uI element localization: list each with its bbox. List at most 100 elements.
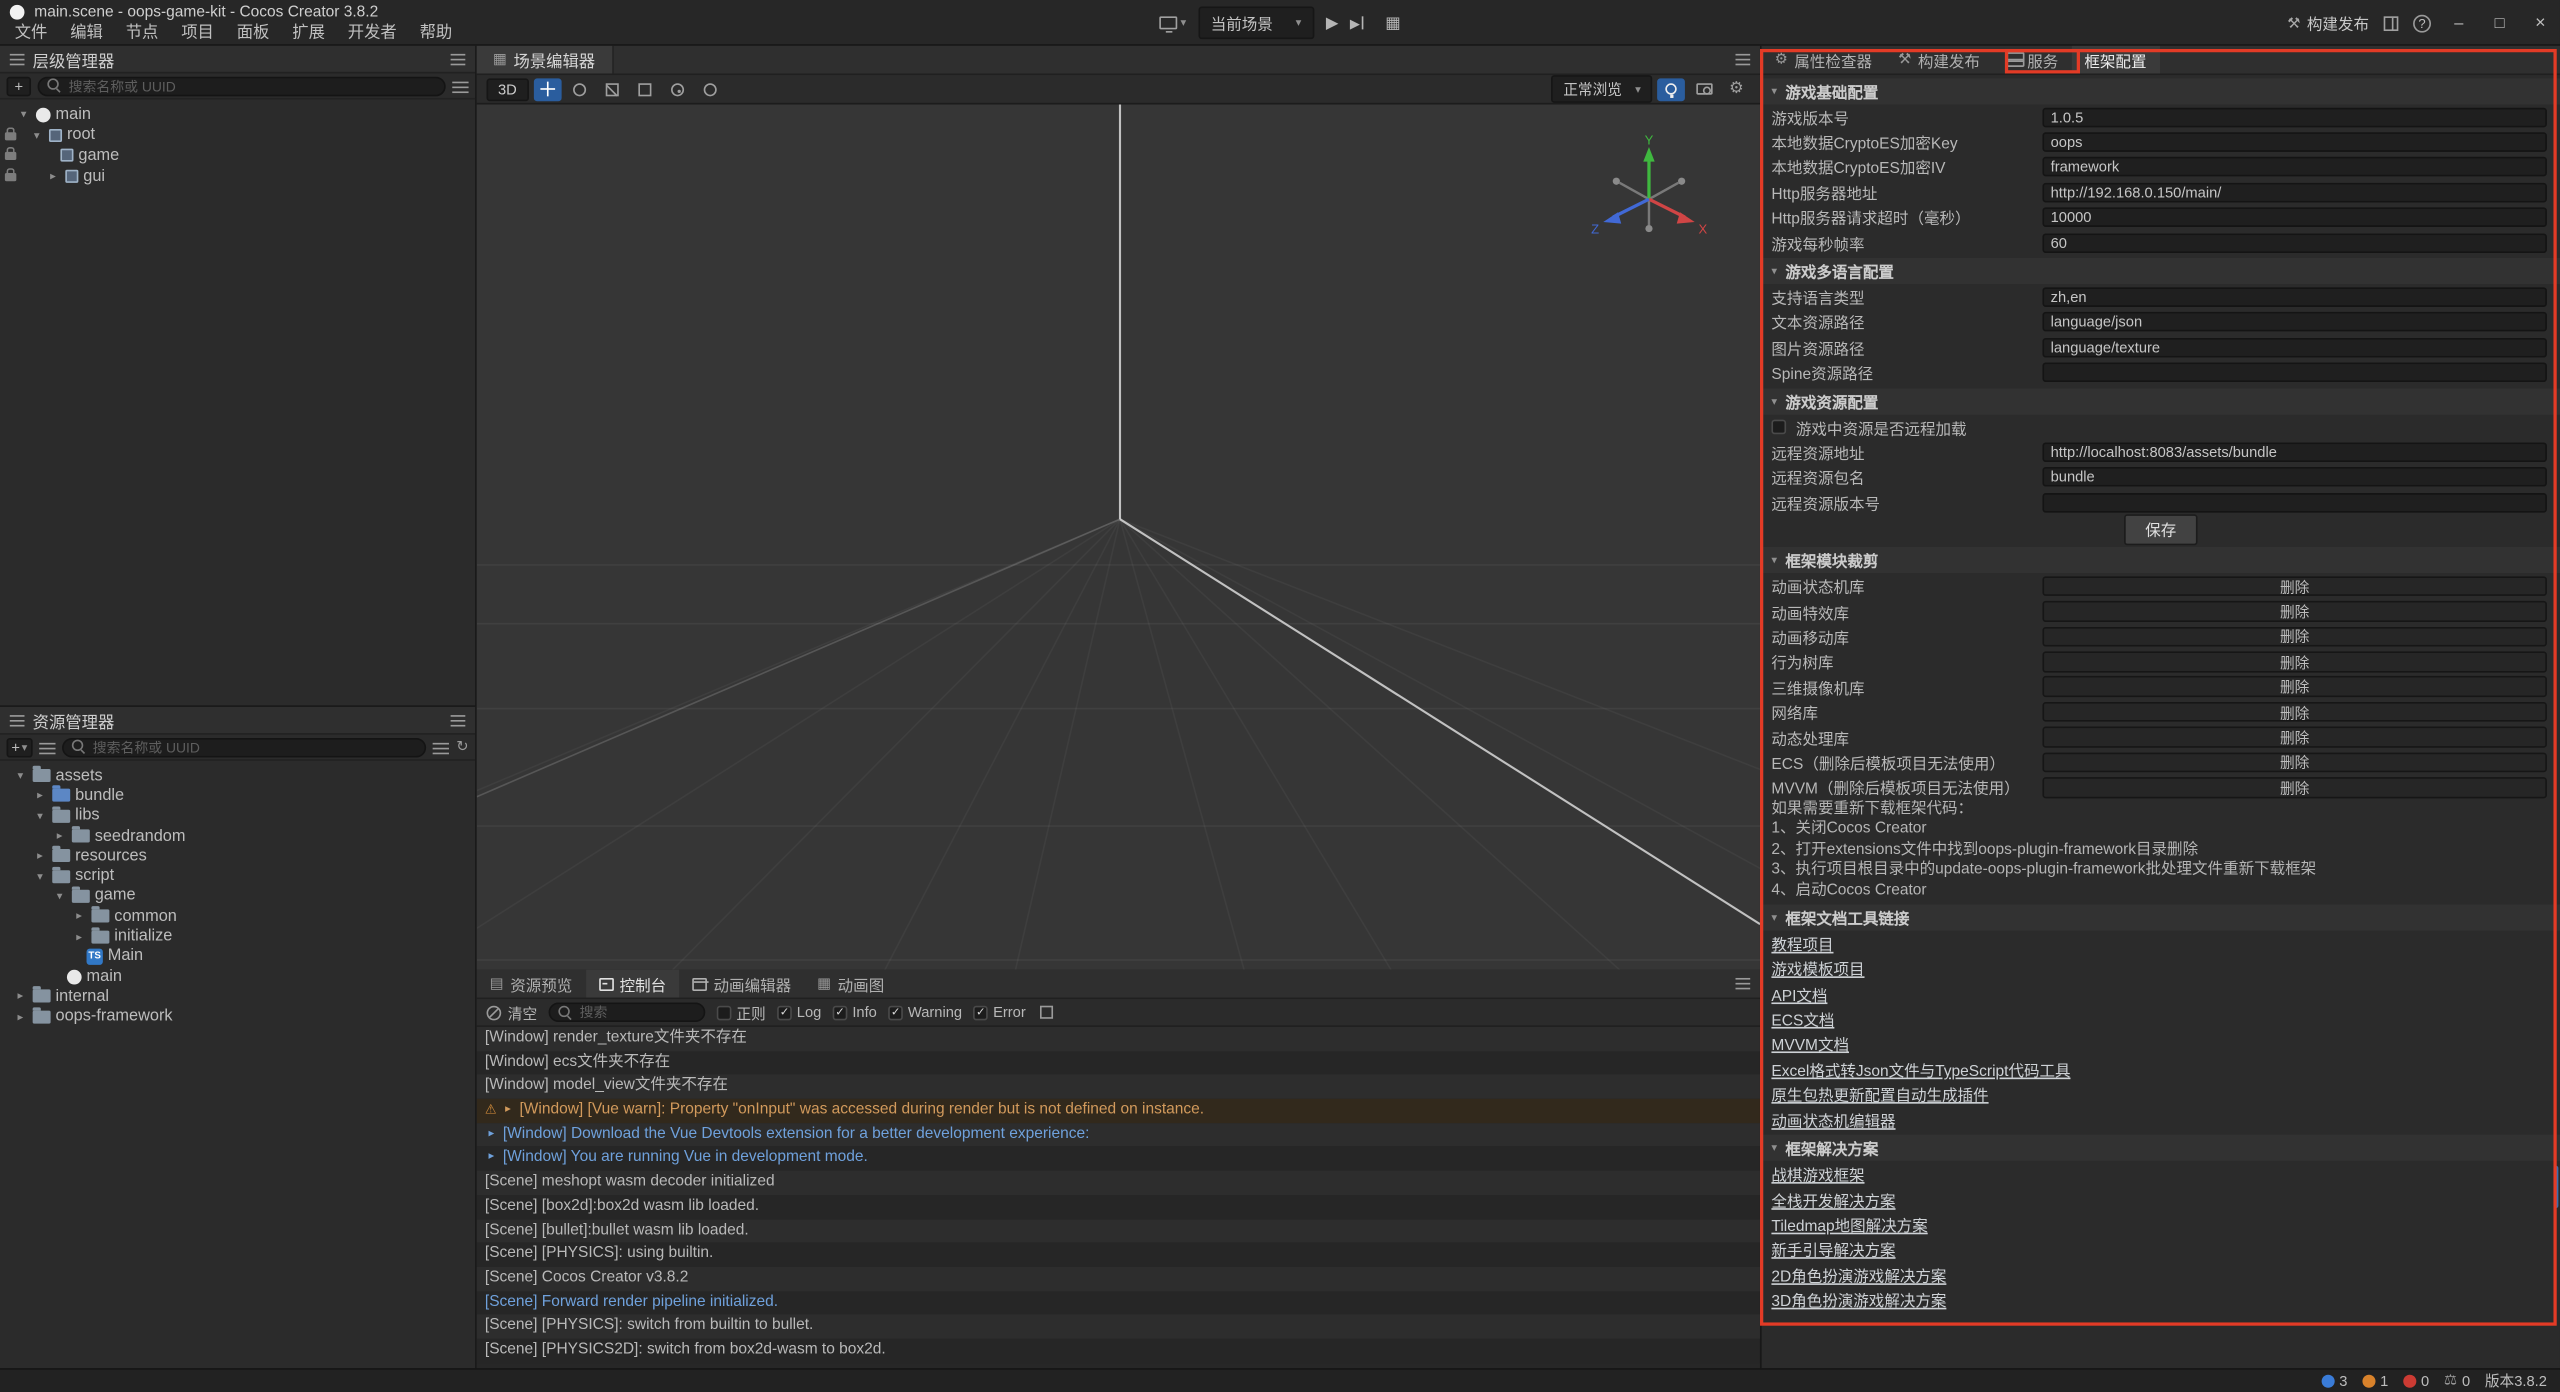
menu-panel[interactable]: 面板 <box>225 23 281 46</box>
solution-link[interactable]: 新手引导解决方案 <box>1771 1238 1895 1261</box>
axis-gizmo[interactable]: Y X Z <box>1587 134 1711 258</box>
asset-node-main-ts[interactable]: TS Main <box>0 946 475 966</box>
fps-input[interactable] <box>2042 233 2546 253</box>
close-button[interactable] <box>2527 13 2553 33</box>
camera-settings-button[interactable] <box>1690 78 1718 101</box>
assets-search[interactable] <box>62 737 427 757</box>
asset-node-script[interactable]: script <box>0 866 475 886</box>
console-log-row[interactable]: [Scene] [bullet]:bullet wasm lib loaded. <box>477 1219 1760 1243</box>
asset-node-libs[interactable]: libs <box>0 806 475 826</box>
tab-anim-editor[interactable]: 动画编辑器 <box>679 970 804 998</box>
delete-module-button[interactable]: 删除 <box>2042 677 2546 697</box>
delete-module-button[interactable]: 删除 <box>2042 702 2546 722</box>
console-search-input[interactable] <box>580 1004 696 1020</box>
scene-select-dropdown[interactable]: 当前场景 <box>1198 7 1315 40</box>
console-log-row[interactable]: [Scene] [PHYSICS]: switch from builtin t… <box>477 1315 1760 1339</box>
console-log-row[interactable]: [Scene] [box2d]:box2d wasm lib loaded. <box>477 1195 1760 1219</box>
inspector-scrollbar[interactable] <box>2553 1166 2558 1208</box>
asset-node-bundle[interactable]: bundle <box>0 786 475 806</box>
asset-node-internal[interactable]: internal <box>0 987 475 1007</box>
console-log-row-info[interactable]: [Scene] Forward render pipeline initiali… <box>477 1291 1760 1315</box>
console-log-row-info[interactable]: [Window] You are running Vue in developm… <box>477 1147 1760 1171</box>
asset-node-seedrandom[interactable]: seedrandom <box>0 826 475 846</box>
create-asset-button[interactable] <box>7 737 33 757</box>
pivot-toggle-button[interactable] <box>664 78 692 101</box>
perf-badge[interactable]: 0 <box>2444 1372 2470 1390</box>
remote-version-input[interactable] <box>2042 493 2546 513</box>
tab-console[interactable]: 控制台 <box>585 970 679 998</box>
doc-link[interactable]: API文档 <box>1771 982 1827 1005</box>
delete-module-button[interactable]: 删除 <box>2042 652 2546 672</box>
filter-log[interactable]: Log <box>777 1004 821 1020</box>
delete-module-button[interactable]: 删除 <box>2042 601 2546 621</box>
tab-scene-editor[interactable]: 场景编辑器 <box>477 46 613 74</box>
hierarchy-node-main[interactable]: main <box>0 104 475 125</box>
scene-settings-button[interactable] <box>1722 78 1750 101</box>
asset-node-initialize[interactable]: initialize <box>0 926 475 946</box>
warning-count-badge[interactable]: 1 <box>2362 1373 2388 1389</box>
save-config-button[interactable]: 保存 <box>2124 514 2197 545</box>
step-button[interactable] <box>1350 16 1364 31</box>
doc-link[interactable]: 原生包热更新配置自动生成插件 <box>1771 1083 1988 1106</box>
doc-link[interactable]: 游戏模板项目 <box>1771 957 1864 980</box>
http-server-input[interactable] <box>2042 183 2546 203</box>
maximize-button[interactable] <box>2487 14 2513 32</box>
tab-framework-config[interactable]: 框架配置 <box>2071 46 2159 74</box>
panel-menu-icon[interactable] <box>451 53 466 64</box>
expand-arrow-icon[interactable] <box>29 129 44 142</box>
scene-viewport[interactable]: Y X Z <box>477 104 1760 969</box>
lock-icon[interactable] <box>5 173 16 181</box>
hierarchy-filter-icon[interactable] <box>452 79 468 92</box>
collapse-arrow-icon[interactable] <box>13 1010 28 1023</box>
remote-load-checkbox[interactable] <box>1771 420 1786 435</box>
console-log-row[interactable]: [Window] ecs文件夹不存在 <box>477 1051 1760 1075</box>
expand-arrow-icon[interactable] <box>33 809 48 822</box>
create-node-button[interactable] <box>7 76 31 96</box>
warning-checkbox[interactable] <box>888 1005 903 1020</box>
move-tool-button[interactable] <box>533 78 561 101</box>
filter-error[interactable]: Error <box>973 1004 1025 1020</box>
scale-tool-button[interactable] <box>598 78 626 101</box>
solution-link[interactable]: 战棋游戏框架 <box>1771 1163 1864 1186</box>
section-resource-config[interactable]: 游戏资源配置 <box>1762 388 2560 414</box>
assets-filter-icon[interactable] <box>433 740 449 753</box>
http-timeout-input[interactable] <box>2042 208 2546 228</box>
solution-link[interactable]: 全栈开发解决方案 <box>1771 1188 1895 1211</box>
doc-link[interactable]: ECS文档 <box>1771 1007 1834 1030</box>
asset-node-oops-framework[interactable]: oops-framework <box>0 1007 475 1027</box>
console-log-row[interactable]: [Scene] [PHYSICS]: using builtin. <box>477 1243 1760 1267</box>
hierarchy-node-root[interactable]: root <box>0 125 475 146</box>
expand-arrow-icon[interactable] <box>13 769 28 782</box>
minimize-button[interactable] <box>2446 14 2472 32</box>
delete-module-button[interactable]: 删除 <box>2042 752 2546 772</box>
collapse-arrow-icon[interactable] <box>52 829 67 842</box>
section-language-config[interactable]: 游戏多语言配置 <box>1762 259 2560 285</box>
tab-build-publish[interactable]: 构建发布 <box>1885 46 1993 74</box>
expand-log-icon[interactable] <box>502 1099 515 1123</box>
log-checkbox[interactable] <box>777 1005 792 1020</box>
hierarchy-node-game[interactable]: game <box>0 146 475 167</box>
console-log-row[interactable]: [Window] model_view文件夹不存在 <box>477 1075 1760 1099</box>
delete-module-button[interactable]: 删除 <box>2042 727 2546 747</box>
spine-path-input[interactable] <box>2042 363 2546 383</box>
collapse-arrow-icon[interactable] <box>72 910 87 923</box>
info-checkbox[interactable] <box>833 1005 848 1020</box>
3d-mode-button[interactable]: 3D <box>487 78 529 101</box>
delete-module-button[interactable]: 删除 <box>2042 576 2546 596</box>
console-log-row[interactable]: [Window] render_texture文件夹不存在 <box>477 1027 1760 1051</box>
crypto-iv-input[interactable] <box>2042 157 2546 177</box>
texture-path-input[interactable] <box>2042 338 2546 358</box>
menu-help[interactable]: 帮助 <box>408 23 464 46</box>
asset-node-game[interactable]: game <box>0 886 475 906</box>
info-count-badge[interactable]: 3 <box>2321 1373 2347 1389</box>
asset-node-assets[interactable]: assets <box>0 766 475 786</box>
section-module-trim[interactable]: 框架模块裁剪 <box>1762 548 2560 574</box>
tab-anim-graph[interactable]: 动画图 <box>804 970 897 998</box>
asset-node-resources[interactable]: resources <box>0 846 475 866</box>
collapse-arrow-icon[interactable] <box>46 170 61 183</box>
asset-node-main-scene[interactable]: main <box>0 966 475 986</box>
console-log-row-info[interactable]: [Window] Download the Vue Devtools exten… <box>477 1123 1760 1147</box>
solution-link[interactable]: 3D角色扮演游戏解决方案 <box>1771 1289 1946 1312</box>
error-checkbox[interactable] <box>973 1005 988 1020</box>
remote-bundle-input[interactable] <box>2042 468 2546 488</box>
